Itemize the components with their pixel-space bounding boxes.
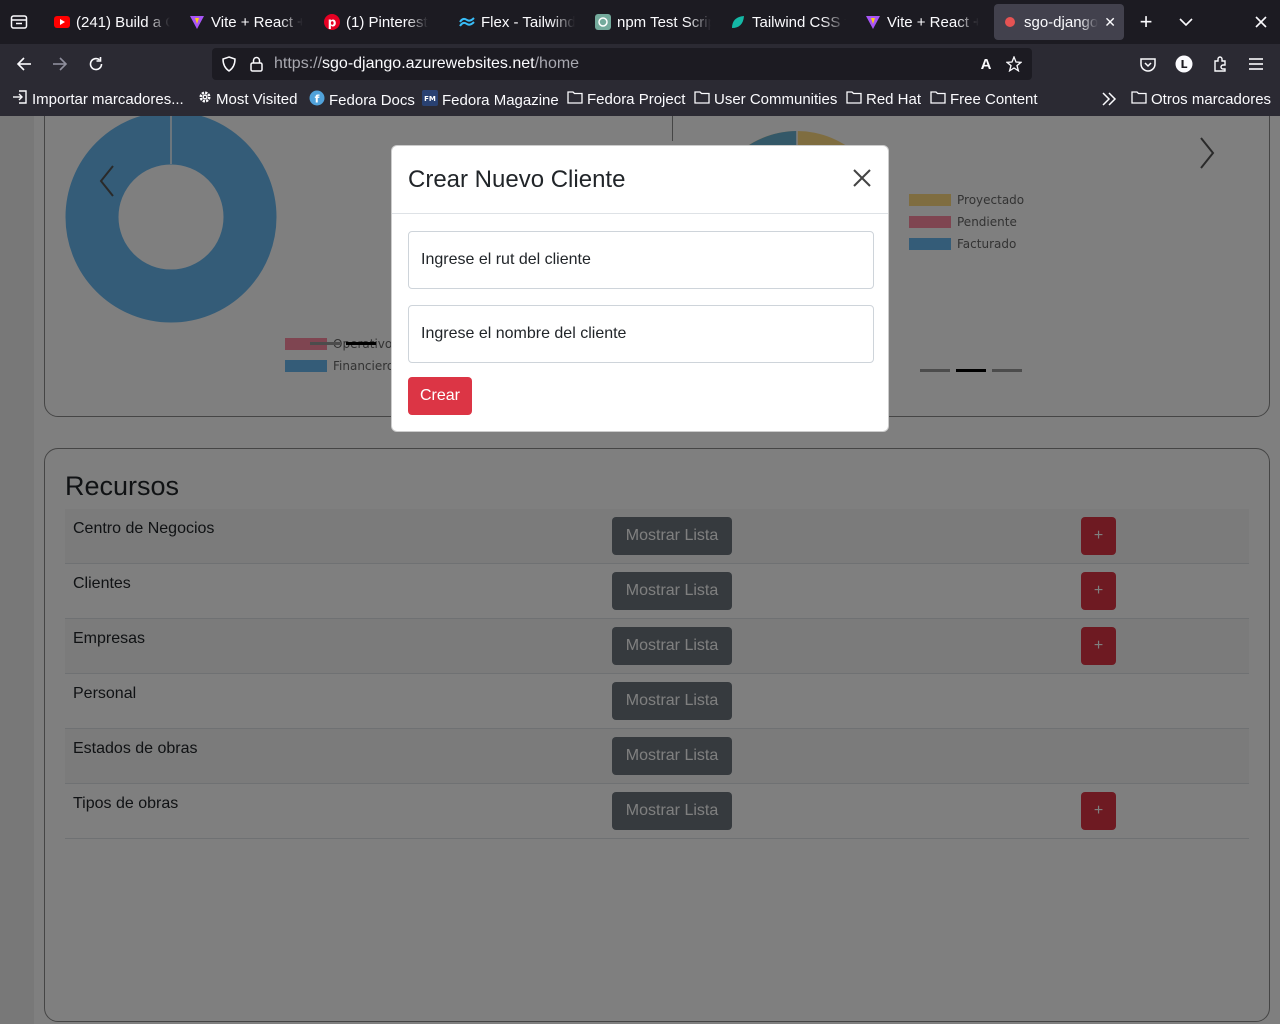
- browser-tab[interactable]: Tailwind CSS f: [730, 4, 846, 40]
- rut-input[interactable]: [408, 231, 874, 289]
- url-scheme: https://: [274, 55, 323, 72]
- chevron-down-icon[interactable]: [1176, 12, 1196, 32]
- bookmark-item[interactable]: Fedora Project: [567, 90, 685, 108]
- url-text[interactable]: https://sgo-django.azurewebsites.net/hom…: [274, 55, 579, 73]
- svg-text:f: f: [315, 93, 320, 106]
- bookmark-item[interactable]: Most Visited: [198, 90, 297, 108]
- svg-text:L: L: [1180, 58, 1187, 71]
- tab-title: sgo-django: [1024, 13, 1099, 31]
- url-path: /home: [534, 55, 580, 72]
- tab-title: Vite + React +: [887, 13, 979, 31]
- reload-icon[interactable]: [86, 54, 106, 74]
- create-button[interactable]: Crear: [408, 377, 472, 415]
- close-window-icon[interactable]: [1251, 12, 1271, 32]
- bookmark-label: Red Hat: [866, 90, 922, 108]
- navigation-bar: https://sgo-django.azurewebsites.net/hom…: [0, 44, 1280, 84]
- modal-title: Crear Nuevo Cliente: [408, 166, 626, 193]
- forward-icon[interactable]: [50, 54, 70, 74]
- back-icon[interactable]: [14, 54, 34, 74]
- chatgpt-icon: [595, 14, 611, 30]
- menu-hamburger-icon[interactable]: [1246, 54, 1266, 74]
- tab-title: (1) Pinterest: [346, 13, 428, 31]
- bookmark-star-icon[interactable]: [1004, 54, 1024, 74]
- translate-icon[interactable]: A: [976, 54, 996, 74]
- bookmark-item[interactable]: FM Fedora Magazine: [422, 90, 559, 110]
- folder-icon: [930, 90, 950, 108]
- bookmarks-overflow-icon[interactable]: [1101, 92, 1121, 106]
- bookmark-label: Fedora Magazine: [442, 91, 559, 109]
- browser-tab[interactable]: Flex - Tailwind: [459, 4, 575, 40]
- tab-bar: (241) Build a C Vite + React + p (1) Pin…: [0, 0, 1280, 44]
- name-input[interactable]: [408, 305, 874, 363]
- bookmark-item[interactable]: Red Hat: [846, 90, 921, 108]
- modal-header: Crear Nuevo Cliente: [392, 146, 888, 214]
- svg-text:FM: FM: [424, 95, 436, 103]
- shield-icon[interactable]: [220, 55, 238, 73]
- browser-tab[interactable]: p (1) Pinterest: [324, 4, 434, 40]
- folder-icon: [1131, 90, 1151, 108]
- tab-title: Flex - Tailwind: [481, 13, 575, 31]
- vite-icon: [865, 14, 881, 30]
- import-icon: [12, 90, 32, 108]
- fm-icon: FM: [422, 90, 442, 110]
- folder-icon: [567, 90, 587, 108]
- youtube-icon: [54, 14, 70, 30]
- bookmark-label: User Communities: [714, 90, 838, 108]
- other-bookmarks[interactable]: Otros marcadores: [1131, 90, 1271, 108]
- lock-icon[interactable]: [248, 55, 264, 73]
- bookmark-label: Otros marcadores: [1151, 90, 1272, 108]
- tab-title: Vite + React +: [211, 13, 303, 31]
- svg-text:p: p: [328, 16, 337, 30]
- tab-title: (241) Build a C: [76, 13, 170, 31]
- tab-title: Tailwind CSS f: [752, 13, 846, 31]
- pocket-icon[interactable]: [1138, 54, 1158, 74]
- page-content: Operativo Financiero Proyectado Pendient…: [0, 116, 1280, 1024]
- close-tab-icon[interactable]: ✕: [1104, 14, 1116, 31]
- pinterest-icon: p: [324, 14, 340, 30]
- new-tab-icon[interactable]: +: [1136, 9, 1156, 34]
- browser-tab-active[interactable]: sgo-django ✕: [994, 4, 1124, 40]
- bookmark-label: Fedora Project: [587, 90, 686, 108]
- gear-icon: [198, 90, 216, 108]
- url-domain: sgo-django.azurewebsites.net: [322, 55, 535, 72]
- vite-icon: [189, 14, 205, 30]
- create-client-modal: Crear Nuevo Cliente Crear: [391, 145, 889, 432]
- browser-tab[interactable]: npm Test Scrip: [595, 4, 711, 40]
- bookmark-label: Fedora Docs: [329, 91, 415, 109]
- django-icon: [1002, 14, 1018, 30]
- extensions-icon[interactable]: [1210, 54, 1230, 74]
- browser-tab[interactable]: Vite + React +: [189, 4, 303, 40]
- fedora-icon: f: [309, 90, 329, 110]
- leaf-icon: [730, 14, 746, 30]
- bookmark-item[interactable]: Importar marcadores...: [12, 90, 184, 108]
- bookmark-item[interactable]: Free Content: [930, 90, 1038, 108]
- url-bar[interactable]: https://sgo-django.azurewebsites.net/hom…: [212, 48, 1032, 80]
- bookmark-item[interactable]: User Communities: [694, 90, 837, 108]
- folder-icon: [694, 90, 714, 108]
- browser-tab[interactable]: Vite + React +: [865, 4, 979, 40]
- bookmark-item[interactable]: f Fedora Docs: [309, 90, 415, 110]
- close-icon[interactable]: [852, 168, 876, 192]
- bookmark-label: Importar marcadores...: [32, 90, 184, 108]
- bookmark-label: Free Content: [950, 90, 1038, 108]
- firefox-view-icon[interactable]: [8, 12, 30, 32]
- tailwind-icon: [459, 14, 475, 30]
- browser-tab[interactable]: (241) Build a C: [54, 4, 170, 40]
- account-avatar-icon[interactable]: L: [1174, 54, 1194, 74]
- bookmarks-bar: Importar marcadores... Most Visited f Fe…: [0, 84, 1280, 116]
- folder-icon: [846, 90, 866, 108]
- bookmark-label: Most Visited: [216, 90, 298, 108]
- tab-title: npm Test Scrip: [617, 13, 711, 31]
